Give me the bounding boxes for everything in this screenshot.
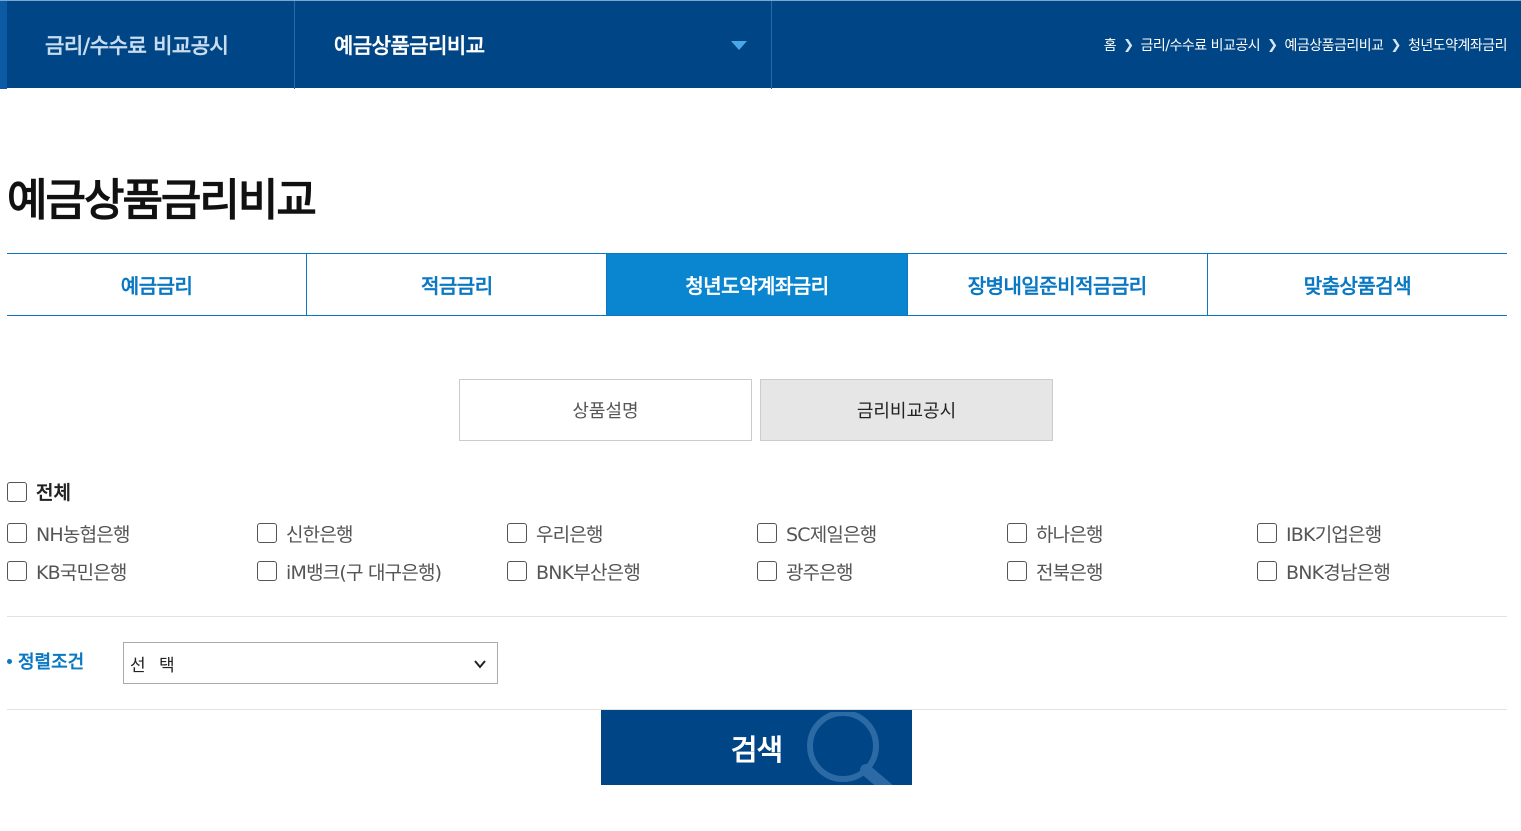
divider xyxy=(7,616,1507,617)
sort-condition-label: 정렬조건 xyxy=(7,648,84,674)
tab-deposit-rate[interactable]: 예금금리 xyxy=(7,254,308,315)
bank-checkbox[interactable] xyxy=(757,523,777,543)
sort-select-value: 선 택 xyxy=(130,655,179,676)
chevron-right-icon: ❯ xyxy=(1123,37,1134,53)
chevron-right-icon: ❯ xyxy=(1390,37,1402,53)
bank-label[interactable]: NH농협은행 xyxy=(36,520,130,547)
sort-select[interactable]: 선 택 xyxy=(123,642,498,684)
bank-checkbox[interactable] xyxy=(7,523,27,543)
bank-label[interactable]: 신한은행 xyxy=(286,520,354,547)
bank-checkbox[interactable] xyxy=(1007,561,1027,581)
magnifier-icon xyxy=(807,712,893,785)
bank-checkbox-item[interactable]: 광주은행 xyxy=(757,558,1007,585)
bank-checkbox-item[interactable]: KB국민은행 xyxy=(7,558,257,585)
subtab-rate-comparison[interactable]: 금리비교공시 xyxy=(760,379,1053,441)
bank-checkbox[interactable] xyxy=(1257,523,1277,543)
bank-checkbox[interactable] xyxy=(507,561,527,581)
breadcrumb: 홈 ❯ 금리/수수료 비교공시 ❯ 예금상품금리비교 ❯ 청년도약계좌금리 xyxy=(1104,1,1508,89)
bank-checkbox-item[interactable]: IBK기업은행 xyxy=(1257,520,1507,547)
bullet-dot-icon xyxy=(7,658,12,664)
bank-checkbox[interactable] xyxy=(757,561,777,581)
select-all-label[interactable]: 전체 xyxy=(36,478,71,505)
category-label: 금리/수수료 비교공시 xyxy=(45,34,229,58)
bank-checkbox-item[interactable]: 하나은행 xyxy=(1007,520,1257,547)
sub-tabs: 상품설명 금리비교공시 xyxy=(459,379,1054,441)
bank-checkbox-item[interactable]: 신한은행 xyxy=(257,520,507,547)
sort-label-text: 정렬조건 xyxy=(18,652,85,673)
bank-label[interactable]: 전북은행 xyxy=(1036,558,1104,585)
bank-label[interactable]: 우리은행 xyxy=(536,520,604,547)
category-menu[interactable]: 금리/수수료 비교공시 xyxy=(7,1,295,89)
tab-custom-product-search[interactable]: 맞춤상품검색 xyxy=(1208,254,1507,315)
bank-checkbox-item[interactable]: BNK경남은행 xyxy=(1257,558,1507,585)
bank-label[interactable]: BNK경남은행 xyxy=(1286,558,1391,585)
search-button-label: 검색 xyxy=(730,732,783,767)
select-all-checkbox[interactable] xyxy=(7,481,27,502)
bank-checkbox-item[interactable]: BNK부산은행 xyxy=(507,558,757,585)
bank-checkbox[interactable] xyxy=(257,523,277,543)
breadcrumb-home[interactable]: 홈 xyxy=(1104,35,1117,55)
top-nav-bar: 금리/수수료 비교공시 예금상품금리비교 홈 ❯ 금리/수수료 비교공시 ❯ 예… xyxy=(0,0,1521,89)
bank-checkbox-item[interactable]: 전북은행 xyxy=(1007,558,1257,585)
breadcrumb-category[interactable]: 금리/수수료 비교공시 xyxy=(1141,35,1261,55)
chevron-right-icon: ❯ xyxy=(1267,37,1278,53)
bank-checkbox[interactable] xyxy=(7,561,27,581)
bank-label[interactable]: 하나은행 xyxy=(1036,520,1104,547)
select-all-checkbox-row: 전체 xyxy=(7,478,71,505)
bank-row: KB국민은행 iM뱅크(구 대구은행) BNK부산은행 광주은행 전북은행 BN… xyxy=(7,552,1507,590)
triangle-down-icon xyxy=(731,41,747,50)
bank-label[interactable]: BNK부산은행 xyxy=(536,558,641,585)
bank-checkbox[interactable] xyxy=(507,523,527,543)
tab-savings-rate[interactable]: 적금금리 xyxy=(307,254,608,315)
bank-checkbox-item[interactable]: SC제일은행 xyxy=(757,520,1007,547)
section-label: 예금상품금리비교 xyxy=(334,34,485,58)
breadcrumb-section[interactable]: 예금상품금리비교 xyxy=(1285,35,1385,55)
subtab-product-description[interactable]: 상품설명 xyxy=(459,379,752,441)
page-title: 예금상품금리비교 xyxy=(7,175,317,226)
bank-checkbox-item[interactable]: iM뱅크(구 대구은행) xyxy=(257,558,507,585)
bank-label[interactable]: IBK기업은행 xyxy=(1286,520,1382,547)
section-dropdown[interactable]: 예금상품금리비교 xyxy=(296,1,772,89)
breadcrumb-current: 청년도약계좌금리 xyxy=(1407,38,1508,54)
bank-label[interactable]: SC제일은행 xyxy=(786,520,877,547)
bank-label[interactable]: KB국민은행 xyxy=(36,558,127,585)
tab-soldier-savings-rate[interactable]: 장병내일준비적금금리 xyxy=(908,254,1208,315)
bank-row: NH농협은행 신한은행 우리은행 SC제일은행 하나은행 IBK기업은행 xyxy=(7,514,1507,552)
tab-youth-leap-account-rate[interactable]: 청년도약계좌금리 xyxy=(607,254,908,315)
bank-checkbox-item[interactable]: NH농협은행 xyxy=(7,520,257,547)
main-tabs: 예금금리 적금금리 청년도약계좌금리 장병내일준비적금금리 맞춤상품검색 xyxy=(7,253,1507,316)
bank-checkbox-item[interactable]: 우리은행 xyxy=(507,520,757,547)
bank-checkbox[interactable] xyxy=(1257,561,1277,581)
bank-checkbox[interactable] xyxy=(257,561,277,581)
bank-checkbox[interactable] xyxy=(1007,523,1027,543)
bank-label[interactable]: 광주은행 xyxy=(786,558,854,585)
bank-filter-grid: NH농협은행 신한은행 우리은행 SC제일은행 하나은행 IBK기업은행 KB국… xyxy=(7,514,1507,590)
nav-left-edge xyxy=(0,1,7,89)
chevron-down-icon xyxy=(474,660,486,669)
search-button[interactable]: 검색 xyxy=(601,710,912,785)
bank-label[interactable]: iM뱅크(구 대구은행) xyxy=(286,558,442,585)
